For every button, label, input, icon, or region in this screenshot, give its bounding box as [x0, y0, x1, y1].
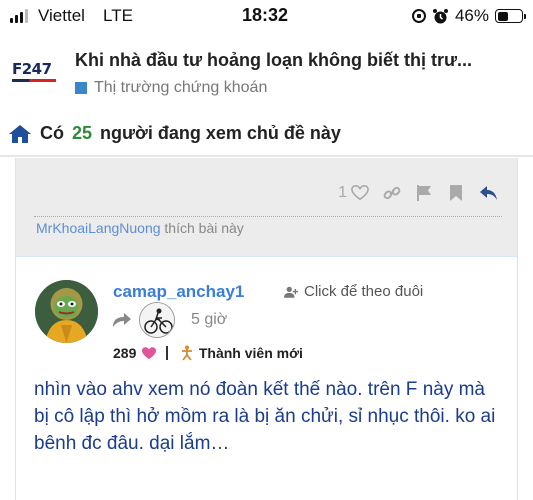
member-badge-label[interactable]: Thành viên mới — [199, 345, 303, 361]
heart-icon — [351, 184, 369, 201]
flag-icon[interactable] — [415, 184, 433, 202]
topic-header: F247 Khi nhà đầu tư hoảng loạn không biế… — [0, 32, 533, 112]
post: camap_anchay1 Click để theo đuôi 5 giờ 2… — [15, 256, 518, 500]
username-link[interactable]: camap_anchay1 — [113, 282, 244, 302]
status-bar: Viettel LTE 18:32 46% — [0, 0, 533, 32]
link-icon[interactable] — [383, 184, 401, 202]
reply-icon[interactable] — [479, 184, 499, 202]
carrier-name: Viettel — [38, 6, 85, 25]
divider — [34, 216, 502, 217]
liked-by-line: MrKhoaiLangNuong thích bài này — [36, 220, 244, 236]
like-button[interactable]: 1 — [338, 184, 369, 202]
follow-button[interactable]: Click để theo đuôi — [284, 283, 423, 300]
buddha-pepe-avatar-image — [35, 280, 98, 343]
network-type: LTE — [103, 6, 133, 25]
alarm-icon — [432, 8, 448, 23]
viewers-suffix: người đang xem chủ đề này — [100, 123, 341, 143]
viewers-prefix: Có — [40, 123, 64, 143]
liked-by-text: thích bài này — [164, 220, 244, 236]
reply-to-avatar[interactable] — [139, 302, 175, 338]
post-body: nhìn vào ahv xem nó đoàn kết thế nào. tr… — [34, 379, 496, 454]
reply-to-row[interactable]: 5 giờ — [111, 302, 227, 338]
avatar[interactable] — [35, 280, 98, 343]
clock: 18:32 — [242, 5, 289, 25]
viewer-count: 25 — [72, 123, 93, 143]
category-label: Thị trường chứng khoán — [94, 79, 268, 96]
bookmark-icon[interactable] — [447, 184, 465, 202]
home-icon[interactable] — [8, 124, 32, 144]
new-member-badge-icon — [181, 345, 192, 361]
viewers-bar: Có 25 người đang xem chủ đề này — [0, 112, 533, 157]
site-logo[interactable]: F247 — [12, 60, 60, 82]
likes-received-count: 289 — [113, 345, 137, 361]
category-link[interactable]: Thị trường chứng khoán — [75, 79, 267, 97]
signal-icon — [10, 9, 28, 23]
post-actions: 1 — [338, 184, 499, 202]
like-count: 1 — [338, 184, 347, 201]
previous-post: 1 MrKhoaiLangNuong thích bài này — [15, 158, 518, 256]
follow-label: Click để theo đuôi — [304, 283, 424, 300]
category-color-icon — [75, 82, 87, 94]
logo-underline — [12, 79, 56, 82]
liked-by-user-link[interactable]: MrKhoaiLangNuong — [36, 220, 161, 236]
post-time[interactable]: 5 giờ — [191, 311, 227, 329]
topic-title[interactable]: Khi nhà đầu tư hoảng loạn không biết thị… — [75, 50, 472, 71]
separator — [166, 346, 168, 360]
reply-arrow-icon — [113, 313, 131, 327]
logo-text: F247 — [12, 60, 52, 78]
user-meta: 289 Thành viên mới — [113, 345, 303, 361]
battery-icon — [495, 9, 526, 23]
heart-icon — [142, 346, 157, 359]
orientation-lock-icon — [411, 9, 426, 23]
battery-percent: 46% — [454, 6, 489, 25]
add-user-icon — [284, 286, 298, 298]
cyclist-avatar-image — [140, 303, 174, 337]
